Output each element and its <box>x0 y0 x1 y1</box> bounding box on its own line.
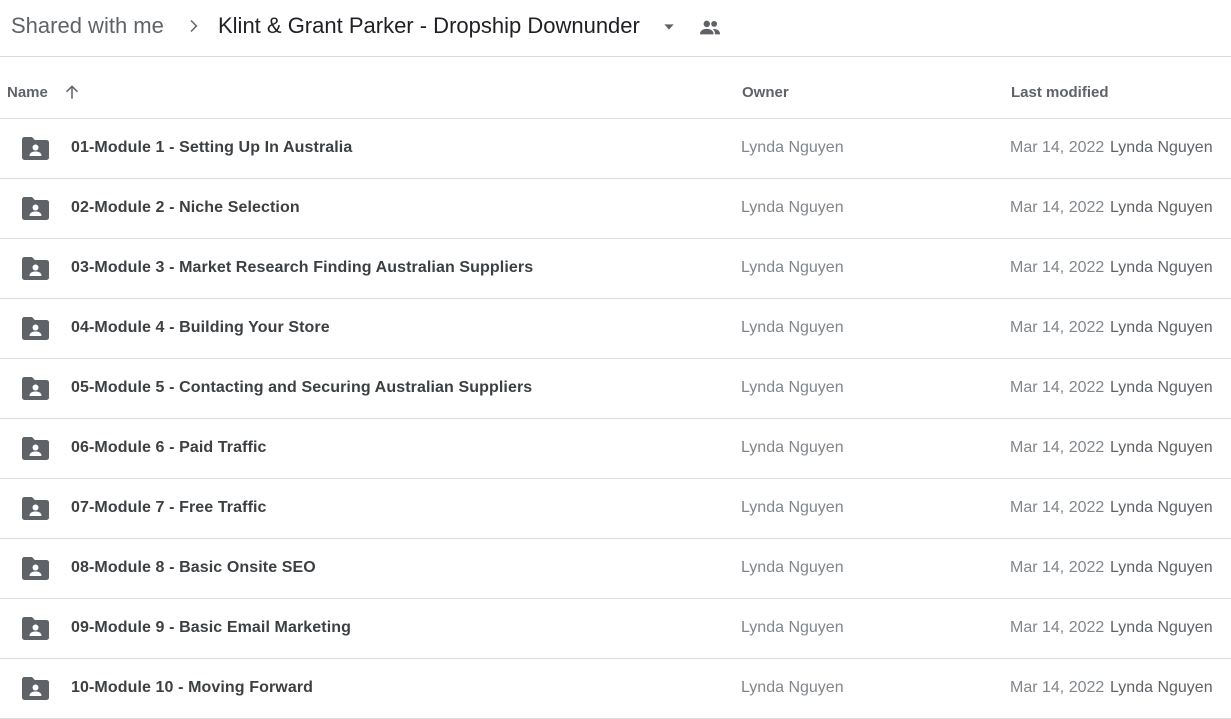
file-name: 05-Module 5 - Contacting and Securing Au… <box>71 379 533 396</box>
file-name: 03-Module 3 - Market Research Finding Au… <box>71 259 534 276</box>
table-row[interactable]: 06-Module 6 - Paid Traffic Lynda Nguyen … <box>0 419 1231 479</box>
breadcrumb: Shared with me Klint & Grant Parker - Dr… <box>0 0 1231 57</box>
table-row[interactable]: 02-Module 2 - Niche Selection Lynda Nguy… <box>0 179 1231 239</box>
file-modified-date: Mar 14, 2022 <box>1010 259 1105 276</box>
file-modified-by: Lynda Nguyen <box>1110 199 1213 216</box>
file-modified-date: Mar 14, 2022 <box>1010 139 1105 156</box>
shared-folder-icon <box>22 497 49 520</box>
file-owner: Lynda Nguyen <box>741 559 844 576</box>
shared-folder-icon <box>22 437 49 460</box>
file-list: 01-Module 1 - Setting Up In Australia Ly… <box>0 119 1231 719</box>
file-modified-date: Mar 14, 2022 <box>1010 559 1105 576</box>
column-header-row: Name Owner Last modified <box>0 57 1231 119</box>
file-modified-by: Lynda Nguyen <box>1110 439 1213 456</box>
file-name: 09-Module 9 - Basic Email Marketing <box>71 619 352 636</box>
file-modified-by: Lynda Nguyen <box>1110 259 1213 276</box>
file-modified-date: Mar 14, 2022 <box>1010 679 1105 696</box>
table-row[interactable]: 04-Module 4 - Building Your Store Lynda … <box>0 299 1231 359</box>
table-row[interactable]: 08-Module 8 - Basic Onsite SEO Lynda Ngu… <box>0 539 1231 599</box>
file-owner: Lynda Nguyen <box>741 319 844 336</box>
file-owner: Lynda Nguyen <box>741 379 844 396</box>
file-modified-by: Lynda Nguyen <box>1110 319 1213 336</box>
file-owner: Lynda Nguyen <box>741 619 844 636</box>
column-owner-header[interactable]: Owner <box>742 84 789 101</box>
file-owner: Lynda Nguyen <box>741 199 844 216</box>
shared-folder-icon <box>22 557 49 580</box>
table-row[interactable]: 03-Module 3 - Market Research Finding Au… <box>0 239 1231 299</box>
file-modified-date: Mar 14, 2022 <box>1010 379 1105 396</box>
file-modified-date: Mar 14, 2022 <box>1010 199 1105 216</box>
file-modified-date: Mar 14, 2022 <box>1010 319 1105 336</box>
chevron-right-icon <box>190 20 198 32</box>
people-icon <box>699 20 721 35</box>
file-owner: Lynda Nguyen <box>741 139 844 156</box>
shared-folder-icon <box>22 197 49 220</box>
table-row[interactable]: 10-Module 10 - Moving Forward Lynda Nguy… <box>0 659 1231 719</box>
file-modified-by: Lynda Nguyen <box>1110 139 1213 156</box>
file-modified-by: Lynda Nguyen <box>1110 619 1213 636</box>
file-modified-date: Mar 14, 2022 <box>1010 499 1105 516</box>
arrow-drop-down-icon[interactable] <box>661 19 677 35</box>
file-modified-by: Lynda Nguyen <box>1110 499 1213 516</box>
arrow-up-icon[interactable] <box>63 83 81 101</box>
breadcrumb-current-folder[interactable]: Klint & Grant Parker - Dropship Downunde… <box>218 13 640 39</box>
table-row[interactable]: 05-Module 5 - Contacting and Securing Au… <box>0 359 1231 419</box>
shared-folder-icon <box>22 257 49 280</box>
shared-folder-icon <box>22 377 49 400</box>
shared-folder-icon <box>22 317 49 340</box>
file-owner: Lynda Nguyen <box>741 439 844 456</box>
file-owner: Lynda Nguyen <box>741 499 844 516</box>
column-last-modified-header[interactable]: Last modified <box>1011 84 1109 101</box>
file-modified-date: Mar 14, 2022 <box>1010 439 1105 456</box>
file-name: 07-Module 7 - Free Traffic <box>71 499 267 516</box>
file-modified-date: Mar 14, 2022 <box>1010 619 1105 636</box>
column-name-header[interactable]: Name <box>7 84 48 101</box>
table-row[interactable]: 01-Module 1 - Setting Up In Australia Ly… <box>0 119 1231 179</box>
breadcrumb-shared-with-me[interactable]: Shared with me <box>11 13 164 39</box>
table-row[interactable]: 09-Module 9 - Basic Email Marketing Lynd… <box>0 599 1231 659</box>
shared-folder-icon <box>22 617 49 640</box>
shared-folder-icon <box>22 137 49 160</box>
file-owner: Lynda Nguyen <box>741 259 844 276</box>
file-name: 06-Module 6 - Paid Traffic <box>71 439 267 456</box>
table-row[interactable]: 07-Module 7 - Free Traffic Lynda Nguyen … <box>0 479 1231 539</box>
file-name: 10-Module 10 - Moving Forward <box>71 679 314 696</box>
file-modified-by: Lynda Nguyen <box>1110 559 1213 576</box>
file-name: 01-Module 1 - Setting Up In Australia <box>71 139 353 156</box>
file-name: 02-Module 2 - Niche Selection <box>71 199 300 216</box>
file-name: 04-Module 4 - Building Your Store <box>71 319 330 336</box>
shared-folder-icon <box>22 677 49 700</box>
file-modified-by: Lynda Nguyen <box>1110 379 1213 396</box>
file-name: 08-Module 8 - Basic Onsite SEO <box>71 559 316 576</box>
file-modified-by: Lynda Nguyen <box>1110 679 1213 696</box>
file-owner: Lynda Nguyen <box>741 679 844 696</box>
